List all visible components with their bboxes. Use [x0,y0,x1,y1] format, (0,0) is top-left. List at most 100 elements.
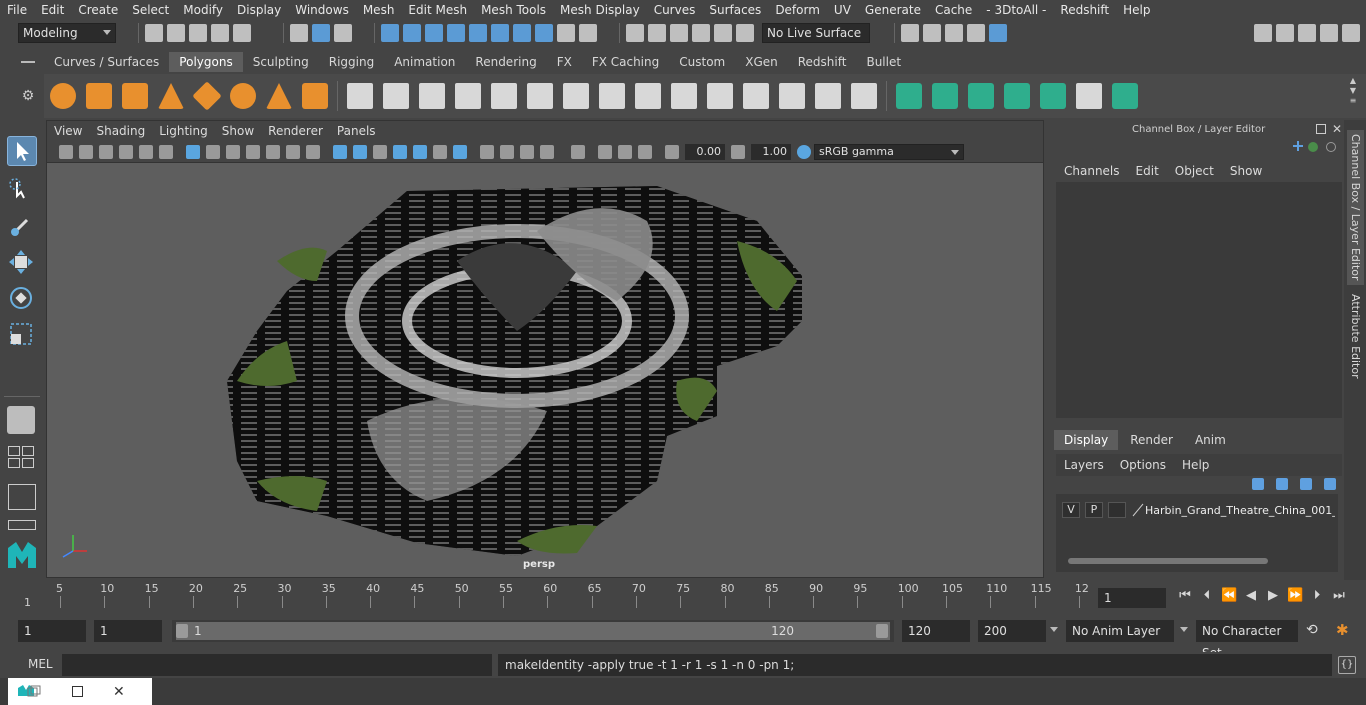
menu-mesh[interactable]: Mesh [356,0,402,20]
move-tool-icon[interactable] [7,248,37,278]
shrink-selection-icon[interactable] [968,83,994,109]
color-management-icon[interactable] [797,144,811,159]
output-ops-icon[interactable] [714,24,732,42]
depth-of-field-icon[interactable] [540,144,554,159]
character-controls-icon[interactable] [1298,24,1316,42]
four-view-layout-icon[interactable] [8,484,36,510]
animation-end-field[interactable]: 200 [978,620,1046,642]
multisample-aa-icon[interactable] [520,144,534,159]
bridge-icon[interactable] [563,83,589,109]
select-hierarchy-icon[interactable] [290,24,308,42]
gate-mask-icon[interactable] [246,144,260,159]
menu-edit[interactable]: Edit [34,0,71,20]
minimized-window[interactable]: ✕ [8,678,152,705]
shelf-tab-custom[interactable]: Custom [669,52,735,72]
layer-color-icon[interactable] [1131,503,1145,517]
reduce-icon[interactable] [491,83,517,109]
shelf-scroll[interactable]: ▲ ▼ ≡ [1346,76,1360,110]
camera-select-icon[interactable] [59,144,73,159]
go-to-end-icon[interactable]: ⏭ [1331,588,1347,604]
grow-selection-icon[interactable] [932,83,958,109]
magnet-icon[interactable] [579,24,597,42]
select-border-icon[interactable] [1004,83,1030,109]
soft-select-icon[interactable] [7,406,35,434]
poly-cylinder-icon[interactable] [122,83,148,109]
shelf-tab-curves-surfaces[interactable]: Curves / Surfaces [44,52,169,72]
layout-icon[interactable] [1292,140,1304,152]
hypershade-icon[interactable] [989,24,1007,42]
poly-pyramid-icon[interactable] [266,83,292,109]
viewport-menu-shading[interactable]: Shading [89,121,152,141]
checker-icon[interactable] [1076,83,1102,109]
viewport-panel[interactable]: View Shading Lighting Show Renderer Pane… [46,120,1044,578]
menu-modify[interactable]: Modify [176,0,230,20]
app-windows-icon[interactable] [14,682,44,702]
color-space-selector[interactable]: sRGB gamma [814,143,964,160]
shelf-tab-rendering[interactable]: Rendering [465,52,546,72]
poly-cube-icon[interactable] [86,83,112,109]
wireframe-on-shaded-icon[interactable] [393,144,407,159]
menu-windows[interactable]: Windows [288,0,356,20]
attribute-editor-icon[interactable] [1320,24,1338,42]
two-d-pan-icon[interactable] [139,144,153,159]
menu-help[interactable]: Help [1116,0,1157,20]
save-scene-icon[interactable] [189,24,207,42]
layer-row[interactable]: V P Harbin_Grand_Theatre_China_001_layer [1062,502,1338,518]
layer-playback-toggle[interactable]: P [1085,502,1103,518]
auto-key-icon[interactable]: ⟲ [1306,622,1318,638]
automatic-mapping-icon[interactable] [779,83,805,109]
single-perspective-layout-icon[interactable] [8,446,36,472]
camera-attributes-icon[interactable] [79,144,93,159]
lock-icon[interactable] [557,24,575,42]
mode-selector[interactable]: Modeling [18,23,116,43]
viewport-menu-show[interactable]: Show [215,121,261,141]
shelf-tab-sculpting[interactable]: Sculpting [243,52,319,72]
resolution-gate-icon[interactable] [226,144,240,159]
layer-menu-help[interactable]: Help [1174,454,1217,476]
outliner-layout-icon[interactable] [8,520,36,530]
render-view-icon[interactable] [901,24,919,42]
gamma-icon[interactable] [731,144,745,159]
shelf-tab-xgen[interactable]: XGen [735,52,788,72]
motion-blur-icon[interactable] [500,144,514,159]
lasso-icon[interactable] [626,24,644,42]
target-weld-icon[interactable] [707,83,733,109]
poly-sphere-icon[interactable] [50,83,76,109]
script-language-label[interactable]: MEL [28,657,53,671]
close-icon[interactable]: ✕ [1332,122,1342,136]
render-settings-icon[interactable] [967,24,985,42]
grease-pencil-icon[interactable] [159,144,173,159]
channel-list[interactable] [1056,182,1342,418]
snap-grid-icon[interactable] [381,24,399,42]
grid-icon[interactable] [186,144,200,159]
menu-edit-mesh[interactable]: Edit Mesh [401,0,474,20]
planar-mapping-icon[interactable] [743,83,769,109]
menu-display[interactable]: Display [230,0,288,20]
scale-tool-icon[interactable] [7,320,37,350]
menu-surfaces[interactable]: Surfaces [702,0,768,20]
image-plane-icon[interactable] [119,144,133,159]
shelf-settings-icon[interactable]: ⚙ [18,88,38,108]
time-slider[interactable]: 1 5 10 15 20 25 30 35 40 45 50 55 60 65 70 75 80 85 90 95 1… [18,582,1092,610]
insert-edge-loop-icon[interactable] [635,83,661,109]
use-all-lights-icon[interactable] [433,144,447,159]
render-current-icon[interactable] [923,24,941,42]
exposure-field[interactable]: 0.00 [685,143,725,160]
smooth-icon[interactable] [455,83,481,109]
field-chart-icon[interactable] [266,144,280,159]
live-surface-field[interactable]: No Live Surface [762,23,870,43]
uv-editor-icon[interactable] [815,83,841,109]
preferences-icon[interactable]: ✱ [1336,621,1349,639]
channel-box-menu-channels[interactable]: Channels [1056,162,1128,180]
animation-start-field[interactable]: 1 [18,620,86,642]
anim-layer-selector[interactable]: No Anim Layer [1066,620,1174,642]
menu-mesh-tools[interactable]: Mesh Tools [474,0,553,20]
play-backward-icon[interactable]: ◀ [1243,588,1259,604]
snap-surface-icon[interactable] [469,24,487,42]
side-tab-attribute-editor[interactable]: Attribute Editor [1347,290,1364,383]
go-to-start-icon[interactable]: ⏮ [1177,588,1193,604]
range-end-handle[interactable] [876,624,888,638]
magnet-toggle-icon[interactable] [736,24,754,42]
float-icon[interactable] [1315,124,1326,134]
smooth-shade-icon[interactable] [353,144,367,159]
